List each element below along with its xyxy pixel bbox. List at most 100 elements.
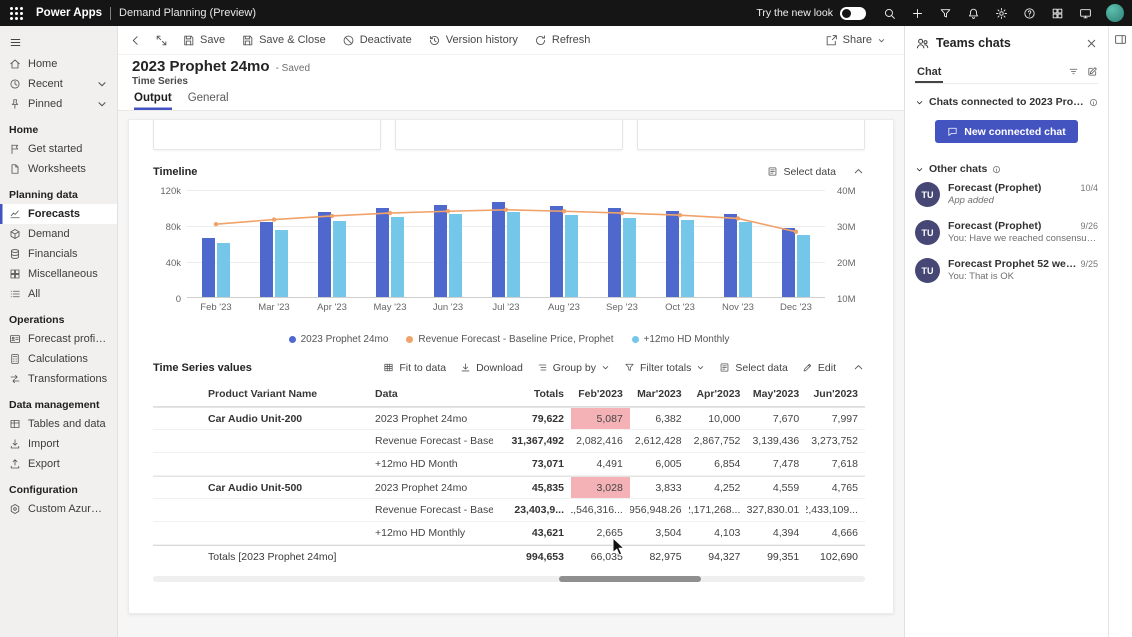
table-row[interactable]: Revenue Forecast - Baseline Price, P... 2… <box>153 499 865 522</box>
fit-to-data-button[interactable]: Fit to data <box>383 362 446 374</box>
user-avatar[interactable] <box>1106 4 1124 22</box>
table-row[interactable]: +12mo HD Month 73,071 4,491 6,005 6,854 7,478… <box>153 453 865 476</box>
filter-totals-button[interactable]: Filter totals <box>624 362 705 374</box>
sidebar-item-export[interactable]: Export <box>0 454 117 474</box>
table-select-data-button[interactable]: Select data <box>719 362 788 374</box>
command-version-history[interactable]: Version history <box>420 26 526 54</box>
column-header[interactable]: Feb'2023 <box>571 382 630 406</box>
value-cell[interactable]: 4,491 <box>571 453 630 475</box>
chat-item[interactable]: TU Forecast (Prophet) 9/26 You: Have we rea… <box>915 213 1098 251</box>
legend-item[interactable]: +12mo HD Monthly <box>631 334 729 345</box>
value-cell[interactable]: 4,765 <box>806 477 865 498</box>
add-button[interactable] <box>904 0 930 26</box>
chat-item[interactable]: TU Forecast Prophet 52 week 9/25 You: That … <box>915 251 1098 289</box>
app-launcher-button[interactable] <box>4 0 28 26</box>
brand-title[interactable]: Power Apps <box>36 7 102 19</box>
value-cell[interactable]: 3,139,436 <box>747 430 806 452</box>
value-cell[interactable]: 3,028 <box>571 477 630 498</box>
value-cell[interactable]: 2,433,109... <box>806 499 865 521</box>
value-cell[interactable]: 3,504 <box>630 522 689 544</box>
column-header[interactable]: Product Variant Name <box>153 382 343 406</box>
value-cell[interactable]: 10,000 <box>689 408 748 429</box>
value-cell[interactable]: 6,382 <box>630 408 689 429</box>
sidebar-item-recent[interactable]: Recent <box>0 74 117 94</box>
timeline-collapse-button[interactable] <box>852 165 865 178</box>
sidebar-item-transformations[interactable]: Transformations <box>0 369 117 389</box>
group-by-button[interactable]: Group by <box>537 362 610 374</box>
filter-button[interactable] <box>932 0 958 26</box>
command-refresh[interactable]: Refresh <box>526 26 599 54</box>
sidebar-item-pinned[interactable]: Pinned <box>0 94 117 114</box>
back-button[interactable] <box>122 26 148 54</box>
sidebar-item-get-started[interactable]: Get started <box>0 139 117 159</box>
chat-item[interactable]: TU Forecast (Prophet) 10/4 App added <box>915 175 1098 213</box>
column-header[interactable]: Jun'2023 <box>806 382 865 406</box>
sidebar-item-demand[interactable]: Demand <box>0 224 117 244</box>
table-row[interactable]: +12mo HD Monthly 43,621 2,665 3,504 4,103 4,3… <box>153 522 865 545</box>
sidebar-item-tables-and-data[interactable]: Tables and data <box>0 414 117 434</box>
sidebar-item-all[interactable]: All <box>0 284 117 304</box>
sidebar-item-import[interactable]: Import <box>0 434 117 454</box>
scrollbar-thumb[interactable] <box>558 576 702 582</box>
info-icon[interactable] <box>992 165 1001 174</box>
value-cell[interactable]: 2,171,268... <box>689 499 748 521</box>
value-cell[interactable]: 1,956,948.26 <box>630 499 689 521</box>
new-connected-chat-button[interactable]: New connected chat <box>935 120 1078 143</box>
sidebar-item-financials[interactable]: Financials <box>0 244 117 264</box>
column-header[interactable]: Totals <box>493 382 571 406</box>
value-cell[interactable]: 4,559 <box>747 477 806 498</box>
value-cell[interactable]: 2,612,428 <box>630 430 689 452</box>
legend-item[interactable]: 2023 Prophet 24mo <box>288 334 388 345</box>
command-save-close[interactable]: Save & Close <box>233 26 334 54</box>
sidebar-item-forecast-profiles[interactable]: Forecast profiles <box>0 329 117 349</box>
tsv-collapse-button[interactable] <box>852 361 865 374</box>
expand-view-button[interactable] <box>148 26 174 54</box>
sidebar-item-calculations[interactable]: Calculations <box>0 349 117 369</box>
column-header[interactable]: Apr'2023 <box>689 382 748 406</box>
timeline-select-data-button[interactable]: Select data <box>767 166 836 178</box>
legend-item[interactable]: Revenue Forecast - Baseline Price, Proph… <box>406 334 614 345</box>
download-button[interactable]: Download <box>460 362 523 374</box>
command-save[interactable]: Save <box>174 26 233 54</box>
tab-general[interactable]: General <box>188 92 229 110</box>
column-header[interactable]: May'2023 <box>747 382 806 406</box>
settings-button[interactable] <box>988 0 1014 26</box>
devices-button[interactable] <box>1072 0 1098 26</box>
value-cell[interactable]: 3,273,752 <box>806 430 865 452</box>
value-cell[interactable]: 7,670 <box>747 408 806 429</box>
table-row[interactable]: Car Audio Unit-200 2023 Prophet 24mo 79,62… <box>153 407 865 430</box>
tab-chat[interactable]: Chat <box>915 60 943 83</box>
tab-output[interactable]: Output <box>134 92 172 110</box>
compose-chat-button[interactable] <box>1087 66 1098 77</box>
value-cell[interactable]: 1,546,316... <box>571 499 630 521</box>
sidebar-item-forecasts[interactable]: Forecasts <box>0 204 117 224</box>
help-button[interactable] <box>1016 0 1042 26</box>
value-cell[interactable]: 7,997 <box>806 408 865 429</box>
column-header[interactable]: Mar'2023 <box>630 382 689 406</box>
command-deactivate[interactable]: Deactivate <box>334 26 420 54</box>
notifications-button[interactable] <box>960 0 986 26</box>
value-cell[interactable]: 6,854 <box>689 453 748 475</box>
new-look-toggle[interactable] <box>840 6 866 20</box>
value-cell[interactable]: 4,103 <box>689 522 748 544</box>
sidebar-item-miscellaneous[interactable]: Miscellaneous <box>0 264 117 284</box>
sidebar-toggle-button[interactable] <box>0 30 117 54</box>
sidebar-item-worksheets[interactable]: Worksheets <box>0 159 117 179</box>
table-row[interactable]: Revenue Forecast - Baseline Price, P... 3… <box>153 430 865 453</box>
value-cell[interactable]: 7,478 <box>747 453 806 475</box>
value-cell[interactable]: 2,082,416 <box>571 430 630 452</box>
value-cell[interactable]: 6,005 <box>630 453 689 475</box>
value-cell[interactable]: 2,327,830.01 <box>747 499 806 521</box>
value-cell[interactable]: 2,867,752 <box>689 430 748 452</box>
close-panel-button[interactable] <box>1085 37 1098 50</box>
value-cell[interactable]: 4,666 <box>806 522 865 544</box>
search-button[interactable] <box>876 0 902 26</box>
other-chats-section[interactable]: Other chats <box>915 163 1098 175</box>
edit-button[interactable]: Edit <box>802 362 836 374</box>
sidebar-item-home[interactable]: Home <box>0 54 117 74</box>
share-button[interactable]: Share <box>817 26 894 54</box>
connected-chats-section[interactable]: Chats connected to 2023 Prophet 24mo <box>915 96 1098 108</box>
value-cell[interactable]: 3,833 <box>630 477 689 498</box>
sidebar-item-custom-azure-ml[interactable]: Custom Azure ML <box>0 499 117 519</box>
info-icon[interactable] <box>1089 98 1098 107</box>
